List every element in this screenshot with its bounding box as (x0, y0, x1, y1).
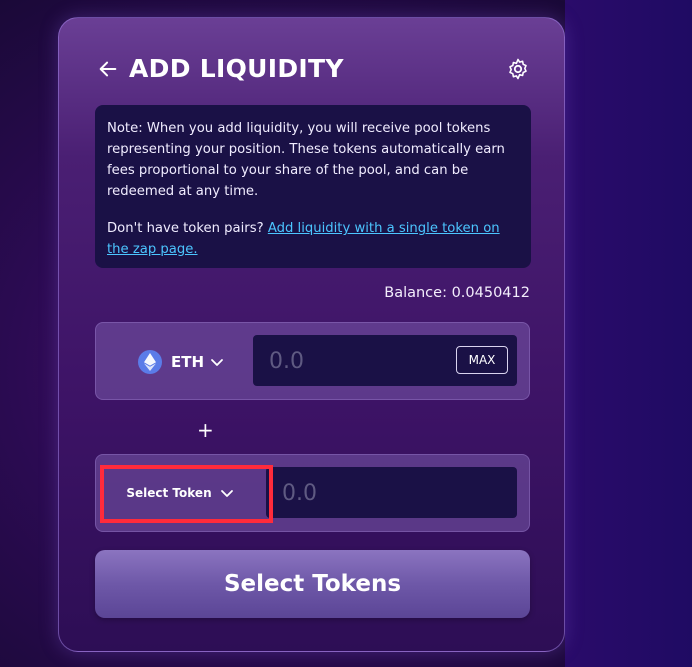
arrow-left-icon[interactable] (97, 58, 119, 80)
token-a-symbol: ETH (171, 353, 205, 371)
note-prompt: Don't have token pairs? (107, 221, 264, 236)
token-a-amount-box: MAX (253, 335, 517, 388)
token-b-panel: Select Token (95, 454, 530, 532)
select-token-label: Select Token (126, 485, 212, 500)
add-liquidity-card: ADD LIQUIDITY Note: When you add liquidi… (58, 17, 565, 652)
page-background-right (565, 0, 692, 667)
token-a-panel: ETH MAX (95, 322, 530, 400)
select-tokens-button[interactable]: Select Tokens (95, 550, 530, 618)
chevron-down-icon (220, 489, 233, 497)
token-a-selector[interactable]: ETH (138, 347, 224, 377)
balance-text: Balance: 0.0450412 (384, 285, 530, 301)
info-note: Note: When you add liquidity, you will r… (95, 105, 531, 268)
max-button[interactable]: MAX (456, 346, 508, 374)
token-b-amount-input[interactable] (280, 467, 454, 520)
token-b-amount-box (266, 467, 517, 520)
token-a-amount-input[interactable] (267, 335, 441, 388)
card-header: ADD LIQUIDITY (97, 54, 530, 86)
chevron-down-icon (211, 359, 223, 366)
plus-sign: + (197, 418, 214, 442)
select-token-button[interactable]: Select Token (108, 467, 252, 518)
note-zap-line: Don't have token pairs? Add liquidity wi… (107, 218, 519, 260)
page-title: ADD LIQUIDITY (129, 54, 344, 83)
ethereum-icon (138, 350, 162, 374)
note-text: Note: When you add liquidity, you will r… (107, 121, 505, 199)
gear-icon[interactable] (506, 57, 530, 81)
